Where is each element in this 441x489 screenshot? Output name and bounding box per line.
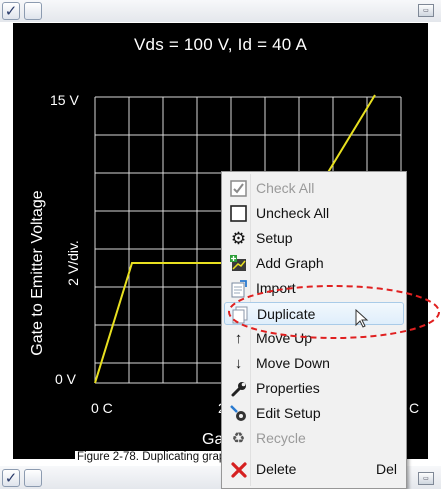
arrow-down-icon: ↓: [234, 355, 243, 372]
menu-item-duplicate[interactable]: Duplicate: [224, 302, 404, 325]
next-graph-enable-checkbox[interactable]: ✓: [2, 469, 20, 487]
menu-item-move-up[interactable]: ↑ Move Up: [224, 327, 404, 350]
checked-box-icon: [229, 179, 248, 198]
menu-item-properties[interactable]: Properties: [224, 377, 404, 400]
graph-enable-checkbox[interactable]: ✓: [2, 2, 20, 20]
graph-secondary-checkbox[interactable]: [24, 2, 42, 20]
menu-item-import[interactable]: Import: [224, 277, 404, 300]
menu-item-move-down[interactable]: ↓ Move Down: [224, 352, 404, 375]
menu-item-uncheck-all[interactable]: Uncheck All: [224, 202, 404, 225]
mouse-pointer-icon: [355, 309, 369, 328]
graph-toolbar: ✓ ▭: [0, 0, 441, 22]
next-graph-window-icon[interactable]: ▭: [418, 472, 434, 485]
arrow-up-icon: ↑: [234, 330, 243, 347]
graph-window-icon[interactable]: ▭: [418, 4, 434, 17]
menu-item-delete[interactable]: Delete Del: [224, 458, 404, 481]
recycle-icon: ♻: [231, 430, 246, 447]
menu-item-recycle[interactable]: ♻ Recycle: [224, 427, 404, 450]
next-graph-secondary-checkbox[interactable]: [24, 469, 42, 487]
edit-setup-icon: [229, 404, 248, 423]
duplicate-icon: [230, 305, 249, 324]
import-icon: [229, 279, 248, 298]
menu-item-check-all[interactable]: Check All: [224, 177, 404, 200]
graph-context-menu: Check All Uncheck All ⚙ Setup Add Graph …: [221, 171, 407, 489]
wrench-icon: [229, 379, 248, 398]
add-graph-icon: [229, 254, 248, 273]
menu-item-add-graph[interactable]: Add Graph: [224, 252, 404, 275]
gear-icon: ⚙: [230, 229, 247, 248]
menu-item-setup[interactable]: ⚙ Setup: [224, 227, 404, 250]
menu-item-edit-setup[interactable]: Edit Setup: [224, 402, 404, 425]
empty-box-icon: [229, 204, 248, 223]
delete-x-icon: [229, 460, 248, 479]
